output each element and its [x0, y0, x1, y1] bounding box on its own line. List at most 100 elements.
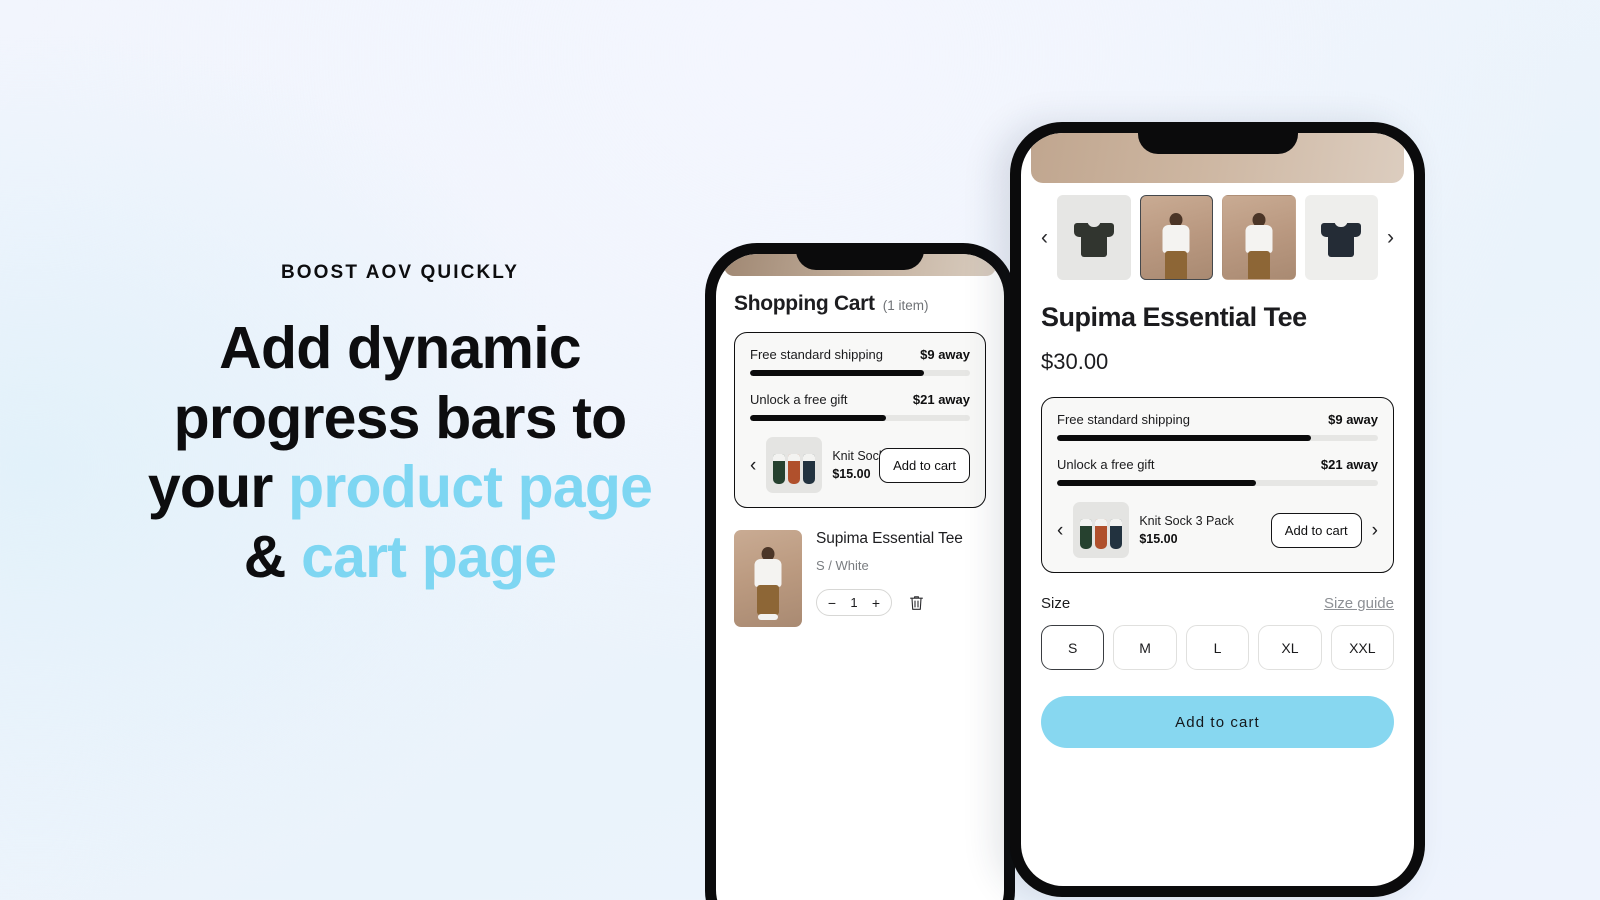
headline-line-1: Add dynamic	[219, 315, 581, 381]
headline-line-2: progress bars to	[173, 384, 628, 451]
size-guide-link[interactable]: Size guide	[1324, 595, 1394, 612]
cart-screen: Shopping Cart (1 item) Free standard shi…	[716, 254, 1004, 900]
progress-away-gift: $21 away	[912, 392, 970, 407]
size-option-s[interactable]: S	[1041, 625, 1105, 670]
gallery-thumb-1[interactable]	[1057, 195, 1131, 280]
cart-item-details: Supima Essential Tee S / White − 1 +	[816, 530, 963, 627]
progress-label-shipping: Free standard shipping	[750, 347, 883, 362]
cart-item-controls: − 1 +	[816, 589, 963, 616]
progress-fill-gift	[750, 415, 887, 421]
size-label: Size	[1041, 595, 1071, 612]
progress-label-shipping: Free standard shipping	[1057, 412, 1190, 427]
tshirt-dark-icon	[1073, 219, 1114, 257]
upsell-prev-icon[interactable]: ‹	[1057, 521, 1063, 540]
sock-rust-icon	[788, 454, 801, 484]
size-selector: S M L XL XXL	[1041, 625, 1395, 670]
size-option-m[interactable]: M	[1113, 625, 1177, 670]
progress-label-gift: Unlock a free gift	[1057, 457, 1155, 472]
product-screen: ‹ › Supima Essential Tee $30.00 Free sta…	[1021, 133, 1414, 886]
progress-row-shipping: Free standard shipping $9 away	[750, 347, 970, 362]
sock-green-icon	[1080, 519, 1093, 549]
size-option-l[interactable]: L	[1185, 625, 1250, 670]
progress-bar-shipping	[1057, 435, 1378, 441]
model-pants	[1247, 251, 1270, 279]
progress-away-shipping: $9 away	[920, 347, 970, 362]
progress-fill-shipping	[1057, 435, 1311, 441]
upsell-row: ‹ Knit Sock 3 Pack $15.00 Add to cart	[750, 437, 970, 493]
sock-rust-icon	[1095, 519, 1108, 549]
progress-bar-shipping	[750, 370, 970, 376]
quantity-decrement-button[interactable]: −	[821, 596, 843, 610]
model-shirt	[1162, 225, 1190, 253]
cart-item-thumbnail[interactable]	[734, 530, 802, 627]
model-shirt	[1245, 225, 1273, 253]
gallery-thumb-3[interactable]	[1222, 195, 1296, 280]
sock-navy-icon	[803, 454, 816, 484]
cart-item-variant: S / White	[816, 558, 869, 573]
upsell-info: Knit Sock 3 Pack $15.00	[1139, 514, 1260, 546]
quantity-stepper[interactable]: − 1 +	[816, 589, 892, 616]
progress-row-gift: Unlock a free gift $21 away	[750, 392, 970, 407]
product-gallery: ‹ ›	[1041, 195, 1394, 280]
progress-row-shipping: Free standard shipping $9 away	[1057, 412, 1378, 427]
model-pants	[757, 585, 779, 615]
add-to-cart-button[interactable]: Add to cart	[1041, 696, 1394, 748]
upsell-info: Knit Sock 3 Pack $15.00	[832, 449, 927, 481]
upsell-prev-icon[interactable]: ‹	[750, 456, 756, 475]
upsell-product-price: $15.00	[832, 467, 871, 481]
quantity-increment-button[interactable]: +	[865, 596, 887, 610]
quantity-value: 1	[850, 595, 858, 610]
upsell-product-name: Knit Sock 3 Pack	[1139, 514, 1234, 528]
size-option-xxl[interactable]: XXL	[1330, 625, 1395, 670]
product-progress-card: Free standard shipping $9 away Unlock a …	[1041, 397, 1394, 573]
cart-phone-mockup: Shopping Cart (1 item) Free standard shi…	[705, 243, 1015, 900]
marketing-copy: BOOST AOV QUICKLY Add dynamic progress b…	[0, 262, 800, 592]
sock-green-icon	[773, 454, 786, 484]
progress-bar-gift	[1057, 480, 1378, 486]
upsell-next-icon[interactable]: ›	[1372, 521, 1378, 540]
gallery-prev-icon[interactable]: ‹	[1041, 227, 1048, 248]
eyebrow-text: BOOST AOV QUICKLY	[280, 262, 520, 283]
progress-fill-gift	[1057, 480, 1257, 486]
upsell-product-image[interactable]	[766, 437, 823, 493]
cart-progress-card: Free standard shipping $9 away Unlock a …	[734, 332, 986, 508]
phone-notch	[796, 243, 924, 270]
upsell-add-to-cart-button[interactable]: Add to cart	[879, 447, 970, 483]
upsell-product-image[interactable]	[1073, 502, 1130, 558]
progress-away-shipping: $9 away	[1328, 412, 1378, 427]
product-title: Supima Essential Tee	[1041, 302, 1307, 332]
progress-away-gift: $21 away	[1320, 457, 1378, 472]
upsell-product-price: $15.00	[1139, 532, 1178, 546]
sock-navy-icon	[1110, 519, 1123, 549]
progress-fill-shipping	[750, 370, 924, 376]
headline-line-4-plain: &	[243, 523, 302, 590]
model-pants	[1165, 251, 1188, 279]
cart-item-name: Supima Essential Tee	[816, 530, 963, 547]
size-option-xl[interactable]: XL	[1258, 625, 1322, 670]
progress-bar-gift	[750, 415, 970, 421]
upsell-product-name: Knit Sock 3 Pack	[832, 449, 927, 463]
product-price: $30.00	[1041, 349, 1109, 374]
upsell-add-to-cart-button[interactable]: Add to cart	[1270, 512, 1362, 548]
gallery-thumb-4[interactable]	[1304, 195, 1378, 280]
model-shirt	[754, 559, 782, 587]
headline-line-3-accent: product page	[288, 454, 653, 521]
progress-label-gift: Unlock a free gift	[750, 392, 848, 407]
headline-line-3-plain: your	[147, 454, 289, 521]
gallery-next-icon[interactable]: ›	[1387, 227, 1394, 248]
model-shoes	[758, 614, 778, 620]
product-phone-mockup: ‹ › Supima Essential Tee $30.00 Free sta…	[1010, 122, 1425, 897]
size-header: Size Size guide	[1041, 595, 1394, 612]
cart-header: Shopping Cart (1 item)	[734, 292, 986, 316]
cart-item-count: (1 item)	[882, 298, 929, 313]
gallery-thumb-2[interactable]	[1139, 195, 1213, 280]
trash-icon[interactable]	[908, 594, 925, 612]
upsell-row: ‹ Knit Sock 3 Pack $15.00 Add to cart ›	[1057, 502, 1378, 558]
phone-notch	[1137, 122, 1298, 154]
cart-title: Shopping Cart	[734, 292, 875, 315]
page-title: Add dynamic progress bars to your produc…	[0, 314, 800, 592]
cart-line-item: Supima Essential Tee S / White − 1 +	[734, 508, 986, 627]
headline-line-4-accent: cart page	[301, 523, 557, 590]
progress-row-gift: Unlock a free gift $21 away	[1057, 457, 1378, 472]
tshirt-navy-icon	[1321, 219, 1362, 257]
